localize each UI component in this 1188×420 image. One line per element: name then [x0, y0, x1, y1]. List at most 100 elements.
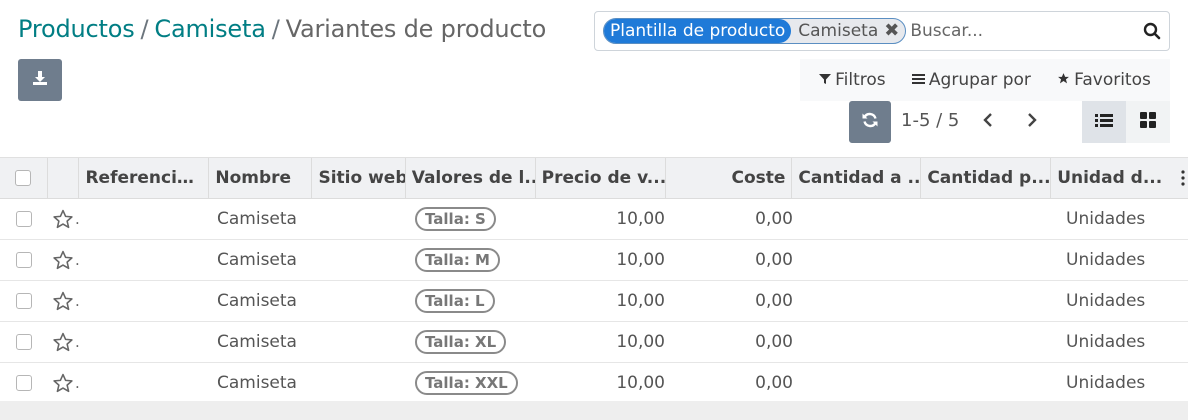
cell-cost: 0,00 — [755, 291, 793, 311]
cell-cost: 0,00 — [755, 332, 793, 352]
column-header-name[interactable]: Nombre — [209, 158, 313, 198]
cell-qty-on-hand — [799, 363, 929, 403]
cell-reference — [80, 199, 211, 239]
favorite-cell: . — [48, 240, 80, 280]
filter-icon — [819, 70, 832, 90]
search-panel-options: Filtros Agrupar por Favoritos — [800, 59, 1170, 101]
row-select-cell — [0, 322, 48, 362]
cell-attribute-values: Talla: L — [409, 281, 540, 321]
breadcrumb-separator: / — [140, 15, 149, 43]
column-header-uom[interactable]: Unidad d... — [1051, 158, 1178, 198]
cell-website — [315, 281, 409, 321]
column-header-qty-on-hand[interactable]: Cantidad a ... — [792, 158, 922, 198]
table-header-row: Referencia i... Nombre Sitio web Valores… — [0, 157, 1188, 199]
cell-cost: 0,00 — [755, 250, 793, 270]
close-icon[interactable]: ✖ — [880, 19, 905, 43]
facet-value: Camiseta — [798, 21, 879, 41]
star-icon — [1057, 70, 1070, 90]
pager-value[interactable]: 1-5 / 5 — [901, 109, 959, 133]
cell-attribute-values: Talla: XL — [409, 322, 540, 362]
cell-cost: 0,00 — [755, 373, 793, 393]
column-header-qty-forecast[interactable]: Cantidad p... — [921, 158, 1052, 198]
pager-next-button[interactable] — [1018, 108, 1046, 136]
kanban-view-button[interactable] — [1126, 101, 1170, 143]
cell-name: Camiseta — [217, 250, 297, 270]
select-all-checkbox[interactable] — [15, 170, 32, 186]
cell-name: Camiseta — [217, 373, 297, 393]
cell-qty-forecast — [929, 240, 1060, 280]
cell-name: Camiseta — [217, 332, 297, 352]
star-outline-icon[interactable] — [52, 290, 74, 312]
attribute-badge: Talla: L — [415, 289, 495, 313]
cell-sales-price: 10,00 — [616, 209, 665, 229]
column-header-cost[interactable]: Coste — [666, 158, 793, 198]
table-row[interactable]: . Camiseta Talla: S 10,00 0,00 Unidades — [0, 199, 1188, 240]
cell-qty-on-hand — [799, 199, 929, 239]
cell-uom: Unidades — [1066, 373, 1146, 393]
download-button[interactable] — [18, 59, 62, 101]
favorite-cell: . — [48, 199, 80, 239]
facet-label: Plantilla de producto — [604, 19, 792, 43]
cell-qty-forecast — [929, 281, 1060, 321]
column-header-sales-price[interactable]: Precio de v... — [536, 158, 666, 198]
download-icon — [31, 69, 49, 91]
attribute-badge: Talla: S — [415, 207, 496, 231]
cell-qty-forecast — [929, 322, 1060, 362]
cell-attribute-values: Talla: S — [409, 199, 540, 239]
list-view-button[interactable] — [1082, 101, 1126, 143]
table-row[interactable]: . Camiseta Talla: L 10,00 0,00 Unidades — [0, 281, 1188, 322]
cell-uom: Unidades — [1066, 332, 1146, 352]
cell-reference — [80, 363, 211, 403]
row-checkbox[interactable] — [16, 375, 32, 391]
table-row[interactable]: . Camiseta Talla: XXL 10,00 0,00 Unidade… — [0, 363, 1188, 404]
breadcrumb-link-camiseta[interactable]: Camiseta — [154, 15, 266, 43]
star-outline-icon[interactable] — [52, 331, 74, 353]
cell-name: Camiseta — [217, 209, 297, 229]
favorites-label: Favoritos — [1074, 70, 1151, 90]
star-outline-icon[interactable] — [52, 208, 74, 230]
row-select-cell — [0, 199, 48, 239]
cell-cost: 0,00 — [755, 209, 793, 229]
cell-name: Camiseta — [217, 291, 297, 311]
row-checkbox[interactable] — [16, 252, 32, 268]
search-input[interactable] — [910, 21, 1135, 41]
group-by-button[interactable]: Agrupar por — [911, 70, 1031, 90]
row-select-cell — [0, 363, 48, 403]
page-title: Variantes de producto — [285, 15, 547, 43]
cell-qty-forecast — [929, 199, 1060, 239]
table-row[interactable]: . Camiseta Talla: M 10,00 0,00 Unidades — [0, 240, 1188, 281]
pager-previous-button[interactable] — [974, 108, 1002, 136]
row-checkbox[interactable] — [16, 293, 32, 309]
cell-qty-on-hand — [799, 240, 929, 280]
breadcrumb: Productos / Camiseta / Variantes de producto — [18, 12, 546, 46]
cell-qty-on-hand — [799, 281, 929, 321]
cell-attribute-values: Talla: M — [409, 240, 540, 280]
refresh-button[interactable] — [849, 101, 891, 143]
cell-reference — [80, 322, 211, 362]
row-checkbox[interactable] — [16, 334, 32, 350]
cell-qty-on-hand — [799, 322, 929, 362]
column-header-reference[interactable]: Referencia i... — [79, 158, 210, 198]
cell-qty-forecast — [929, 363, 1060, 403]
optional-columns-toggle[interactable] — [1178, 158, 1188, 198]
table-footer — [0, 401, 1188, 420]
cell-sales-price: 10,00 — [616, 373, 665, 393]
breadcrumb-link-productos[interactable]: Productos — [18, 15, 135, 43]
cell-reference — [80, 281, 211, 321]
filters-button[interactable]: Filtros — [819, 70, 886, 90]
select-all-cell — [0, 158, 48, 198]
cell-website — [315, 199, 409, 239]
bars-icon — [911, 70, 925, 90]
cell-sales-price: 10,00 — [616, 291, 665, 311]
table-row[interactable]: . Camiseta Talla: XL 10,00 0,00 Unidades — [0, 322, 1188, 363]
search-icon[interactable] — [1135, 14, 1169, 48]
favorites-button[interactable]: Favoritos — [1057, 70, 1151, 90]
attribute-badge: Talla: XL — [415, 330, 507, 354]
star-outline-icon[interactable] — [52, 372, 74, 394]
column-header-attribute-values[interactable]: Valores de l... — [406, 158, 536, 198]
star-outline-icon[interactable] — [52, 249, 74, 271]
filters-label: Filtros — [835, 70, 886, 90]
favorite-cell: . — [48, 281, 80, 321]
column-header-website[interactable]: Sitio web — [312, 158, 406, 198]
row-checkbox[interactable] — [16, 211, 32, 227]
